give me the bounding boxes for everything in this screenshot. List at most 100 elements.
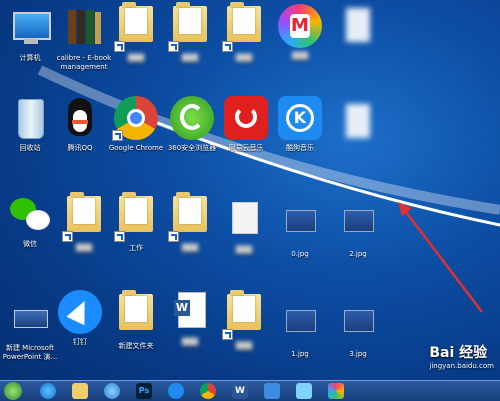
icon-label: 腾讯QQ xyxy=(67,144,93,152)
icon-label: 2.jpg xyxy=(349,250,367,258)
shortcut-arrow-icon xyxy=(168,231,179,242)
folder-icon xyxy=(227,2,261,42)
icon-label-obscured: ███ xyxy=(291,52,309,60)
desktop-icon-360-browser[interactable]: 360安全浏览器 xyxy=(164,96,220,153)
desktop-icon-folder[interactable]: ███ xyxy=(216,2,272,63)
icon-label-obscured: ███ xyxy=(181,338,199,346)
icon-label-obscured: ███ xyxy=(235,54,253,62)
ie-icon[interactable] xyxy=(40,383,56,399)
shortcut-arrow-icon xyxy=(114,231,125,242)
shortcut-arrow-icon xyxy=(114,41,125,52)
desktop-icon-app[interactable]: M ███ xyxy=(272,4,328,61)
taskbar: Ps W xyxy=(0,380,500,401)
folder-icon xyxy=(119,2,153,42)
desktop-icon-wechat[interactable]: 微信 xyxy=(2,192,58,249)
folder-icon xyxy=(67,192,101,232)
baidu-jingyan-watermark: Bai 经验 jingyan.baidu.com xyxy=(429,342,494,370)
shortcut-arrow-icon xyxy=(168,41,179,52)
powerpoint-thumbnail-icon xyxy=(8,296,52,340)
blurred-file-icon xyxy=(336,4,380,48)
icon-label: 工作 xyxy=(129,244,143,252)
desktop-icon-folder[interactable]: ███ xyxy=(162,192,218,253)
folder-icon xyxy=(119,290,153,330)
icon-label-obscured: ███ xyxy=(127,54,145,62)
icon-label-obscured: ███ xyxy=(235,342,253,350)
desktop-icon-folder[interactable]: ███ xyxy=(56,192,112,253)
phone-app-icon[interactable] xyxy=(264,383,280,399)
start-button[interactable] xyxy=(4,382,22,400)
folder-icon xyxy=(173,192,207,232)
icon-label: 钉钉 xyxy=(73,338,87,346)
desktop-icon-recycle-bin[interactable]: 回收站 xyxy=(2,96,58,153)
desktop-icon-folder-work[interactable]: 工作 xyxy=(108,192,164,253)
shortcut-arrow-icon xyxy=(62,231,73,242)
desktop: 计算机 calibre - E-book management ███ ███ … xyxy=(0,0,500,380)
qq-penguin-icon xyxy=(58,96,102,140)
desktop-icon-chrome[interactable]: Google Chrome xyxy=(108,96,164,153)
desktop-icon-powerpoint-file[interactable]: 新建 Microsoft PowerPoint 演... xyxy=(2,296,58,362)
blurred-file-icon xyxy=(336,100,380,144)
icon-label: 3.jpg xyxy=(349,350,367,358)
dingtalk-icon xyxy=(58,290,102,334)
desktop-icon-folder[interactable]: ███ xyxy=(162,2,218,63)
desktop-icon-obscured[interactable] xyxy=(330,4,386,48)
icon-label: 网易云音乐 xyxy=(228,144,264,152)
annotation-arrow-head xyxy=(398,202,412,216)
word-taskbar-icon[interactable]: W xyxy=(232,383,248,399)
desktop-icon-new-folder[interactable]: 新建文件夹 xyxy=(108,290,164,351)
icon-label: 360安全浏览器 xyxy=(167,144,217,152)
desktop-icon-dingtalk[interactable]: 钉钉 xyxy=(52,290,108,347)
dingtalk-taskbar-icon[interactable] xyxy=(296,383,312,399)
desktop-icon-calibre[interactable]: calibre - E-book management xyxy=(56,6,112,72)
word-document-icon: W xyxy=(168,290,212,334)
folder-icon xyxy=(227,290,261,330)
desktop-icon-image-file[interactable]: ███ xyxy=(216,198,272,255)
shortcut-arrow-icon xyxy=(222,329,233,340)
jpg-thumbnail-icon xyxy=(336,302,380,346)
jpg-thumbnail-icon xyxy=(278,202,322,246)
desktop-icon-2-jpg[interactable]: 2.jpg xyxy=(330,202,386,259)
desktop-icon-obscured[interactable] xyxy=(330,100,386,144)
desktop-icon-computer[interactable]: 计算机 xyxy=(2,6,58,63)
icon-label-obscured: ███ xyxy=(181,244,199,252)
kugou-taskbar-icon[interactable] xyxy=(168,383,184,399)
desktop-icon-1-jpg[interactable]: 1.jpg xyxy=(272,302,328,359)
photoshop-icon[interactable]: Ps xyxy=(136,383,152,399)
watermark-url: jingyan.baidu.com xyxy=(429,362,494,370)
icon-label: calibre - E-book management xyxy=(56,54,112,71)
recycle-bin-icon xyxy=(8,96,52,140)
desktop-icon-netease-music[interactable]: 网易云音乐 xyxy=(218,96,274,153)
chrome-taskbar-icon[interactable] xyxy=(200,383,216,399)
calibre-books-icon xyxy=(62,6,106,50)
desktop-icon-3-jpg[interactable]: 3.jpg xyxy=(330,302,386,359)
explorer-folder-icon[interactable] xyxy=(72,383,88,399)
desktop-icon-folder[interactable]: ███ xyxy=(108,2,164,63)
jpg-thumbnail-icon xyxy=(278,302,322,346)
icon-label: 酷狗音乐 xyxy=(286,144,314,152)
desktop-icon-qq[interactable]: 腾讯QQ xyxy=(52,96,108,153)
jpg-thumbnail-icon xyxy=(336,202,380,246)
icon-label: Google Chrome xyxy=(108,144,164,152)
kugou-icon: K xyxy=(278,96,322,140)
icon-label: 0.jpg xyxy=(291,250,309,258)
icon-label: 1.jpg xyxy=(291,350,309,358)
icon-label: 新建 Microsoft PowerPoint 演... xyxy=(2,344,58,361)
360-browser-icon xyxy=(170,96,214,140)
meitu-taskbar-icon[interactable] xyxy=(328,383,344,399)
netease-music-icon xyxy=(224,96,268,140)
colorful-app-icon: M xyxy=(278,4,322,48)
image-file-icon xyxy=(222,198,266,242)
folder-icon xyxy=(173,2,207,42)
icon-label: 微信 xyxy=(23,240,37,248)
icon-label: 新建文件夹 xyxy=(118,342,154,350)
icon-label-obscured: ███ xyxy=(181,54,199,62)
network-icon[interactable] xyxy=(104,383,120,399)
wechat-icon xyxy=(8,192,52,236)
desktop-icon-0-jpg[interactable]: 0.jpg xyxy=(272,202,328,259)
icon-label: 计算机 xyxy=(19,54,41,62)
desktop-icon-kugou[interactable]: K 酷狗音乐 xyxy=(272,96,328,153)
desktop-icon-folder[interactable]: ███ xyxy=(216,290,272,351)
desktop-icon-word-file[interactable]: W ███ xyxy=(162,290,218,347)
shortcut-arrow-icon xyxy=(112,130,123,141)
computer-icon xyxy=(8,6,52,50)
